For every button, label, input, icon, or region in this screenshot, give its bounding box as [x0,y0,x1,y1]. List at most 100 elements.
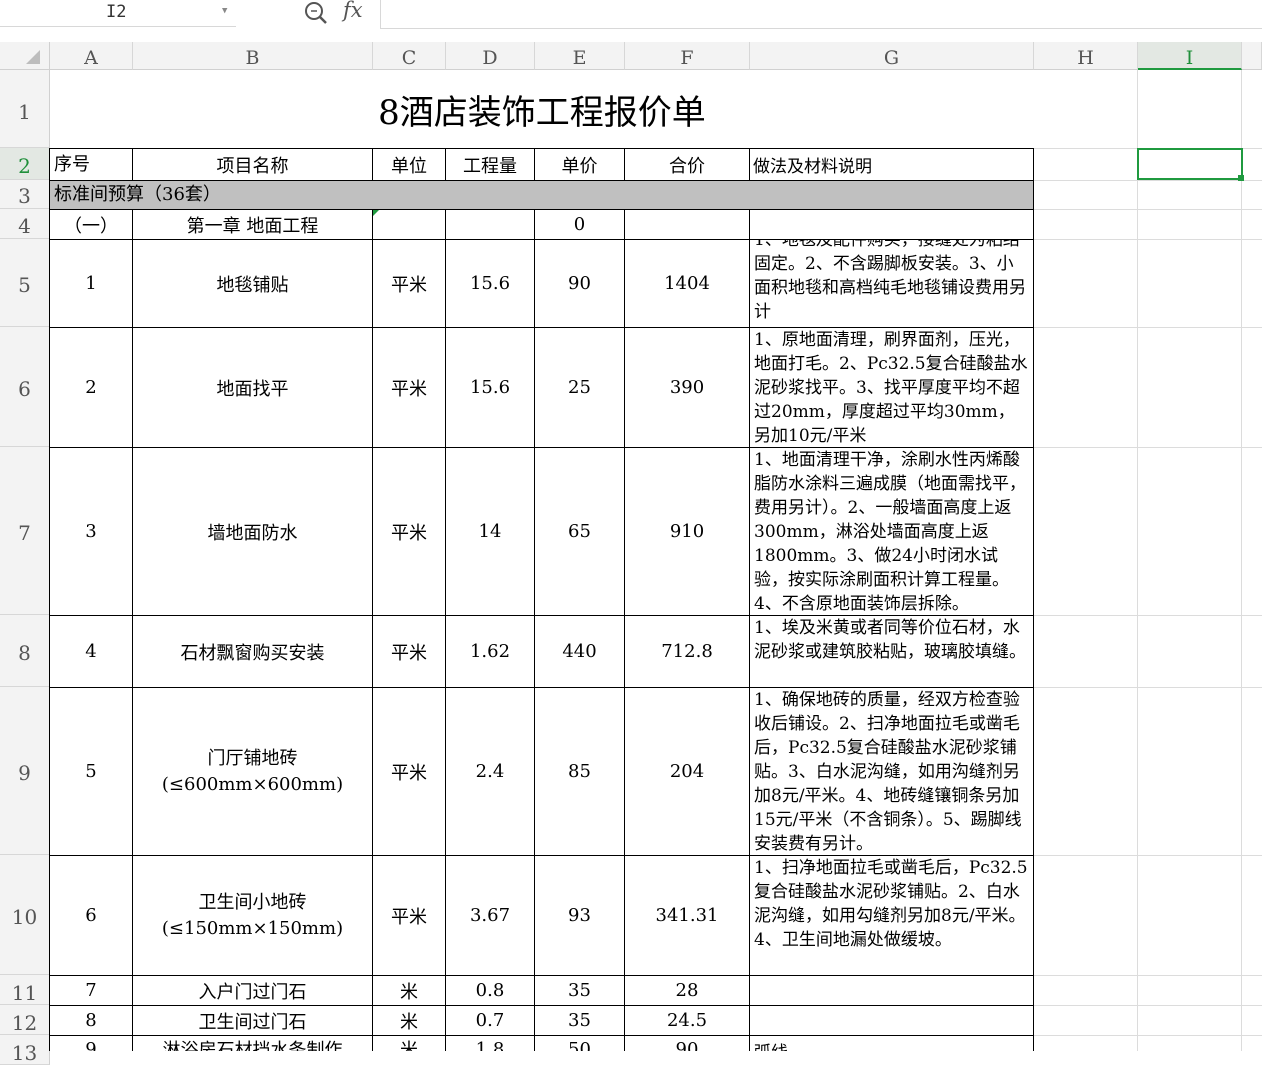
fx-icon[interactable]: fx [343,0,363,22]
item-note[interactable]: 1、确保地砖的质量，经双方检查验收后铺设。2、扫净地面拉毛或凿毛后，Pc32.5… [750,688,1030,855]
item-seq[interactable]: 3 [50,448,132,615]
item-total[interactable]: 910 [625,448,749,615]
item-seq[interactable]: 4 [50,616,132,687]
column-header-i[interactable]: I [1138,42,1242,70]
row-header-2[interactable]: 2 [0,148,50,180]
column-header-g[interactable]: G [750,42,1034,70]
item-name[interactable]: 墙地面防水 [133,448,372,615]
row-header-13[interactable]: 13 [0,1035,50,1065]
item-seq[interactable]: 2 [50,328,132,447]
row-header-4[interactable]: 4 [0,209,50,239]
item-total[interactable]: 24.5 [625,1006,749,1035]
item-total[interactable]: 712.8 [625,616,749,687]
table-cell[interactable]: 90 [625,1036,749,1052]
select-all-corner[interactable] [0,42,50,70]
column-header-j[interactable] [1242,42,1262,70]
item-unit[interactable]: 平米 [373,448,445,615]
chapter-name[interactable]: 第一章 地面工程 [133,210,372,239]
item-seq[interactable]: 5 [50,688,132,855]
row-header-9[interactable]: 9 [0,687,50,855]
formula-input[interactable] [380,0,1262,29]
item-price[interactable]: 25 [535,328,624,447]
row-header-10[interactable]: 10 [0,855,50,975]
selected-cell-i2[interactable] [1137,148,1243,180]
table-cell[interactable] [373,210,445,239]
item-unit[interactable]: 平米 [373,328,445,447]
fill-handle[interactable] [1238,175,1244,181]
item-price[interactable]: 35 [535,1006,624,1035]
item-name[interactable]: 卫生间小地砖(≤150mm×150mm) [145,856,360,975]
name-box[interactable]: I2 ▼ [0,0,236,27]
item-unit[interactable]: 平米 [373,688,445,855]
item-price[interactable]: 440 [535,616,624,687]
table-cell[interactable]: 50 [535,1036,624,1052]
header-name[interactable]: 项目名称 [133,149,372,180]
chevron-down-icon[interactable]: ▼ [222,6,227,16]
item-name[interactable]: 石材飘窗购买安装 [133,616,372,687]
item-total[interactable]: 204 [625,688,749,855]
item-price[interactable]: 90 [535,240,624,327]
row-header-7[interactable]: 7 [0,447,50,615]
header-note[interactable]: 做法及材料说明 [753,149,1033,180]
table-cell[interactable]: 弧线 [750,1036,1030,1051]
table-cell[interactable]: 米 [373,1036,445,1051]
item-note[interactable] [750,976,1030,1005]
item-seq[interactable]: 8 [50,1006,132,1035]
item-name[interactable]: 地面找平 [133,328,372,447]
row-header-11[interactable]: 11 [0,975,50,1005]
item-unit[interactable]: 米 [373,976,445,1005]
item-price[interactable]: 93 [535,856,624,975]
row-header-8[interactable]: 8 [0,615,50,687]
item-qty[interactable]: 14 [446,448,534,615]
item-note[interactable]: 1、原地面清理，刷界面剂，压光，地面打毛。2、Pc32.5复合硅酸盐水泥砂浆找平… [750,328,1030,447]
item-qty[interactable]: 15.6 [446,328,534,447]
zoom-icon[interactable] [303,0,329,26]
item-note[interactable]: 1、埃及米黄或者同等价位石材，水泥砂浆或建筑胶粘贴，玻璃胶填缝。 [750,616,1030,687]
item-unit[interactable]: 平米 [373,240,445,327]
header-total[interactable]: 合价 [625,149,749,180]
item-total[interactable]: 28 [625,976,749,1005]
item-seq[interactable]: 6 [50,856,132,975]
column-header-c[interactable]: C [373,42,446,70]
item-qty[interactable]: 0.7 [446,1006,534,1035]
row-header-12[interactable]: 12 [0,1005,50,1035]
row-header-6[interactable]: 6 [0,327,50,447]
item-note[interactable]: 1、地面清理干净，涂刷水性丙烯酸脂防水涂料三遍成膜（地面需找平，费用另计）。2、… [750,448,1030,615]
section-label[interactable]: 标准间预算（36套） [54,180,654,209]
table-cell[interactable]: 1.8 [446,1036,534,1052]
item-name[interactable]: 地毯铺贴 [133,240,372,327]
column-header-e[interactable]: E [535,42,625,70]
row-header-5[interactable]: 5 [0,239,50,327]
chapter-price[interactable]: 0 [535,210,624,239]
item-qty[interactable]: 2.4 [446,688,534,855]
sheet-title[interactable]: 8酒店装饰工程报价单 [50,70,1034,148]
item-total[interactable]: 341.31 [625,856,749,975]
table-cell[interactable]: 9 [50,1036,132,1052]
header-price[interactable]: 单价 [535,149,624,180]
column-header-b[interactable]: B [133,42,373,70]
item-unit[interactable]: 平米 [373,616,445,687]
header-qty[interactable]: 工程量 [446,149,534,180]
column-header-d[interactable]: D [446,42,535,70]
row-header-3[interactable]: 3 [0,180,50,209]
item-unit[interactable]: 米 [373,1006,445,1035]
item-total[interactable]: 1404 [625,240,749,327]
table-cell[interactable]: 淋浴房石材挡水条制作 [133,1036,372,1051]
column-header-a[interactable]: A [50,42,133,70]
item-price[interactable]: 65 [535,448,624,615]
item-qty[interactable]: 1.62 [446,616,534,687]
item-seq[interactable]: 7 [50,976,132,1005]
header-seq[interactable]: 序号 [54,149,132,180]
item-qty[interactable]: 0.8 [446,976,534,1005]
header-unit[interactable]: 单位 [373,149,445,180]
item-note[interactable]: 1、地毯及配件购买，接缝处为粘结固定。2、不含踢脚板安装。3、小面积地毯和高档纯… [750,240,1030,327]
item-price[interactable]: 85 [535,688,624,855]
column-header-f[interactable]: F [625,42,750,70]
item-qty[interactable]: 3.67 [446,856,534,975]
item-name[interactable]: 门厅铺地砖(≤600mm×600mm) [145,688,360,855]
column-header-h[interactable]: H [1034,42,1138,70]
item-note[interactable]: 1、扫净地面拉毛或凿毛后，Pc32.5复合硅酸盐水泥砂浆铺贴。2、白水泥沟缝，如… [750,856,1030,975]
chapter-seq[interactable]: （一） [50,210,132,239]
item-note[interactable] [750,1006,1030,1035]
item-seq[interactable]: 1 [50,240,132,327]
